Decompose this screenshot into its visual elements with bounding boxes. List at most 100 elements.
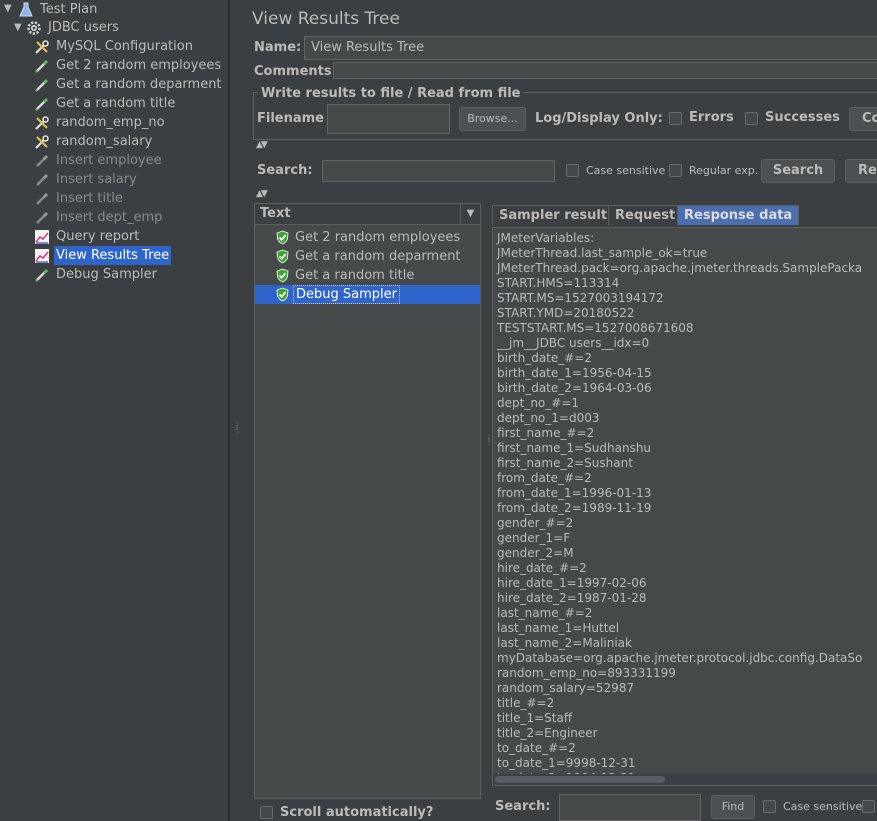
tree-node-label: random_emp_no — [56, 115, 165, 130]
tree-node-label: Insert salary — [56, 172, 137, 187]
find-case-sensitive-checkbox[interactable] — [763, 800, 776, 813]
find-button[interactable]: Find — [711, 795, 755, 819]
splitter-grip[interactable]: ⋮ ⋮ — [233, 422, 241, 438]
response-line: random_emp_no=893331199 — [497, 666, 676, 680]
response-line: gender_1=F — [497, 531, 571, 545]
wrench-icon — [34, 134, 50, 150]
response-line: gender_2=M — [497, 546, 574, 560]
response-line: from_date_2=1989-11-19 — [497, 501, 652, 515]
regex-checkbox[interactable] — [669, 164, 682, 177]
find-regex-checkbox[interactable] — [862, 800, 875, 813]
response-line: JMeterVariables: — [497, 231, 595, 245]
response-line: to_date_1=9998-12-31 — [497, 756, 636, 770]
result-item-label: Get 2 random employees — [295, 230, 461, 245]
horizontal-scrollbar[interactable] — [493, 774, 877, 785]
scroll-auto-label: Scroll automatically? — [280, 805, 434, 820]
reset-button[interactable]: Re — [845, 159, 877, 183]
find-input[interactable] — [559, 794, 701, 821]
tree-node-label: Query report — [56, 229, 140, 244]
pipette-icon — [34, 153, 50, 169]
errors-checkbox[interactable] — [669, 112, 682, 125]
expand-root-icon[interactable]: ▼ — [4, 3, 12, 14]
response-line: last_name_2=Maliniak — [497, 636, 632, 650]
response-line: to_date_#=2 — [497, 741, 576, 755]
errors-label: Errors — [689, 110, 734, 125]
regex-label: Regular exp. — [689, 164, 759, 177]
response-line: birth_date_#=2 — [497, 351, 592, 365]
response-line: START.HMS=113314 — [497, 276, 620, 290]
browse-button[interactable]: Browse... — [459, 107, 526, 131]
response-line: first_name_2=Sushant — [497, 456, 633, 470]
search-button[interactable]: Search — [761, 159, 835, 183]
tree-node-label: Insert employee — [56, 153, 162, 168]
tree-node-label: MySQL Configuration — [56, 39, 193, 54]
pipette-icon — [34, 210, 50, 226]
write-results-legend: Write results to file / Read from file — [258, 86, 524, 101]
pipette-icon — [34, 191, 50, 207]
pipette-icon — [34, 172, 50, 188]
tree-node-label: Insert title — [56, 191, 123, 206]
response-line: random_salary=52987 — [497, 681, 635, 695]
find-case-sensitive-label: Case sensitive — [783, 800, 863, 813]
comments-label: Comments: — [254, 64, 337, 79]
tree-node-label: Get 2 random employees — [56, 58, 222, 73]
configure-button[interactable]: Co — [849, 107, 877, 131]
result-item[interactable]: Debug Sampler — [255, 285, 480, 304]
case-sensitive-checkbox[interactable] — [566, 164, 579, 177]
response-line: hire_date_2=1987-01-28 — [497, 591, 647, 605]
tree-node-label: Insert dept_emp — [56, 210, 163, 225]
chart-icon — [34, 248, 50, 264]
chevron-down-icon[interactable]: ▼ — [460, 204, 480, 224]
tree-node-label: Get a random title — [56, 96, 176, 111]
tree-node-label: Test Plan — [40, 2, 98, 17]
successes-checkbox[interactable] — [745, 112, 758, 125]
response-line: birth_date_1=1956-04-15 — [497, 366, 652, 380]
renderer-select[interactable]: Text ▼ — [255, 204, 480, 225]
results-list[interactable]: Text ▼ Get 2 random employees Get a rando… — [254, 203, 481, 799]
response-line: title_#=2 — [497, 696, 555, 710]
view-results-tree-panel: View Results Tree Name: View Results Tre… — [241, 0, 877, 821]
comments-field[interactable] — [333, 62, 877, 79]
tree-node-label: Get a random deparment — [56, 77, 222, 92]
splitter[interactable]: ⋮ ⋮ — [229, 0, 241, 821]
name-field[interactable]: View Results Tree — [304, 36, 877, 60]
response-line: title_2=Engineer — [497, 726, 598, 740]
response-line: dept_no_1=d003 — [497, 411, 600, 425]
case-sensitive-label: Case sensitive — [586, 164, 666, 177]
search-input[interactable] — [322, 160, 555, 182]
tab-request[interactable]: Request — [608, 205, 683, 225]
response-line: TESTSTART.MS=1527008671608 — [497, 321, 694, 335]
response-line: first_name_#=2 — [497, 426, 595, 440]
response-line: dept_no_#=1 — [497, 396, 580, 410]
tree-node-label: View Results Tree — [54, 246, 172, 265]
response-line: first_name_1=Sudhanshu — [497, 441, 652, 455]
tab-sampler-result[interactable]: Sampler result — [492, 205, 615, 225]
response-line: START.YMD=20180522 — [497, 306, 635, 320]
response-line: title_1=Staff — [497, 711, 573, 725]
find-label: Search: — [495, 799, 551, 814]
flask-icon — [18, 2, 34, 18]
result-item-label: Debug Sampler — [293, 285, 400, 304]
page-title: View Results Tree — [252, 9, 400, 29]
scroll-auto-checkbox[interactable] — [260, 806, 273, 819]
filename-label: Filename — [257, 111, 324, 126]
expand-group-icon[interactable]: ▼ — [14, 22, 22, 33]
collapse-arrows-icon[interactable]: ▲▼ — [256, 189, 268, 199]
response-line: last_name_#=2 — [497, 606, 593, 620]
shield-check-icon — [275, 249, 290, 264]
shield-check-icon — [275, 268, 290, 283]
collapse-arrows-icon[interactable]: ▲▼ — [256, 140, 268, 150]
response-line: gender_#=2 — [497, 516, 574, 530]
pipette-icon — [34, 58, 50, 74]
tab-response-data[interactable]: Response data — [677, 205, 800, 225]
response-data-text[interactable]: JMeterVariables: JMeterThread.last_sample… — [492, 227, 877, 786]
wrench-icon — [34, 115, 50, 131]
test-plan-tree[interactable]: ▼ Test Plan ▼ JDBC users MySQL Configura… — [0, 0, 229, 821]
response-line: from_date_#=2 — [497, 471, 592, 485]
scrollbar-thumb[interactable] — [495, 776, 665, 783]
tree-node-label: Debug Sampler — [56, 267, 157, 282]
filename-field[interactable] — [327, 104, 450, 134]
result-item-label: Get a random deparment — [295, 249, 461, 264]
search-label: Search: — [257, 163, 313, 178]
response-line: __jm__JDBC users__idx=0 — [497, 336, 650, 350]
